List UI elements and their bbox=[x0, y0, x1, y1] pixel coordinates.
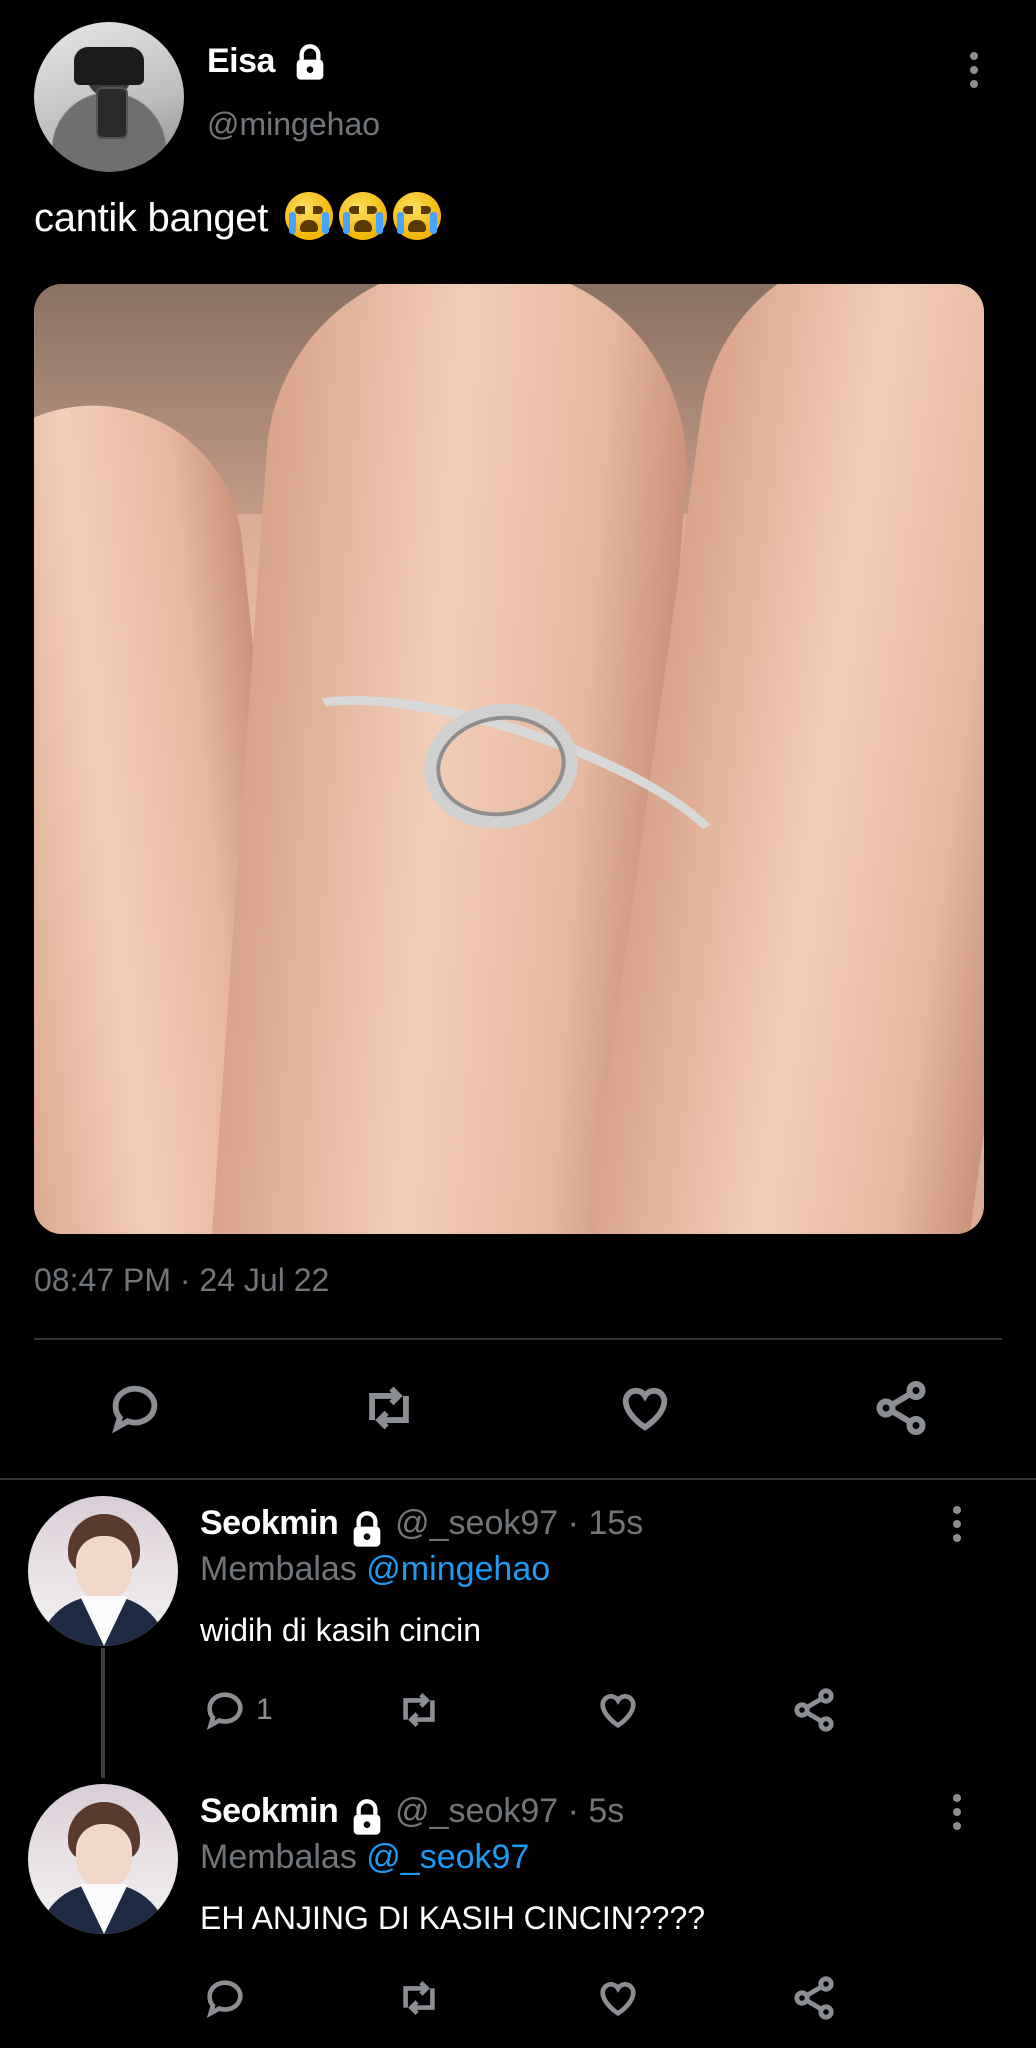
avatar[interactable] bbox=[28, 1496, 178, 1646]
like-icon bbox=[600, 1982, 636, 2017]
handle[interactable]: @mingehao bbox=[207, 106, 380, 143]
replying-to: Membalas @mingehao bbox=[200, 1550, 551, 1588]
reply-header: Seokmin @_seok97 · 15s bbox=[200, 1504, 643, 1550]
replying-to: Membalas @_seok97 bbox=[200, 1838, 530, 1876]
like-button[interactable] bbox=[594, 1684, 642, 1736]
lock-icon bbox=[353, 1511, 381, 1547]
display-name[interactable]: Seokmin bbox=[200, 1792, 339, 1830]
tweet-image[interactable] bbox=[34, 284, 984, 1234]
loudly-crying-face-icon bbox=[392, 192, 441, 241]
handle-and-time[interactable]: @_seok97 · 15s bbox=[395, 1504, 643, 1542]
retweet-button[interactable] bbox=[394, 1972, 444, 2024]
avatar[interactable] bbox=[34, 22, 184, 172]
mention-link[interactable]: @_seok97 bbox=[366, 1838, 529, 1876]
more-options-icon[interactable] bbox=[970, 52, 978, 88]
like-button[interactable] bbox=[594, 1972, 642, 2024]
retweet-button[interactable] bbox=[354, 1376, 424, 1440]
like-icon bbox=[600, 1694, 636, 1729]
retweet-icon bbox=[369, 1386, 409, 1430]
lock-icon bbox=[353, 1799, 381, 1835]
more-options-icon[interactable] bbox=[953, 1506, 961, 1542]
like-button[interactable] bbox=[610, 1376, 680, 1440]
loudly-crying-face-icon bbox=[284, 192, 333, 241]
thread-connector bbox=[101, 1648, 105, 1778]
tweet-timestamp: 08:47 PM · 24 Jul 22 bbox=[34, 1262, 330, 1298]
display-name[interactable]: Eisa bbox=[207, 42, 330, 83]
phone-shape bbox=[96, 87, 128, 139]
avatar[interactable] bbox=[28, 1784, 178, 1934]
reply-icon bbox=[206, 1692, 243, 1731]
reply-button[interactable]: 1 bbox=[202, 1684, 273, 1736]
display-name[interactable]: Seokmin bbox=[200, 1504, 339, 1542]
reply-button[interactable] bbox=[202, 1972, 248, 2024]
divider bbox=[0, 1478, 1036, 1480]
like-icon bbox=[622, 1387, 668, 1431]
reply-header: Seokmin @_seok97 · 5s bbox=[200, 1792, 624, 1838]
divider bbox=[34, 1338, 1002, 1340]
share-button[interactable] bbox=[790, 1684, 838, 1736]
reply-count: 1 bbox=[256, 1693, 273, 1726]
retweet-button[interactable] bbox=[394, 1684, 444, 1736]
reply-text: EH ANJING DI KASIH CINCIN???? bbox=[200, 1900, 706, 1936]
share-icon bbox=[794, 1976, 834, 2020]
more-options-icon[interactable] bbox=[953, 1794, 961, 1830]
share-button[interactable] bbox=[790, 1972, 838, 2024]
share-button[interactable] bbox=[866, 1376, 936, 1440]
reply-icon bbox=[112, 1385, 158, 1434]
bucket-hat-shape bbox=[74, 47, 144, 85]
handle-and-time[interactable]: @_seok97 · 5s bbox=[395, 1792, 624, 1830]
share-icon bbox=[876, 1381, 926, 1435]
tweet-text: cantik banget bbox=[34, 192, 441, 244]
lock-icon bbox=[296, 44, 324, 80]
reply-text: widih di kasih cincin bbox=[200, 1612, 482, 1648]
retweet-icon bbox=[403, 1981, 435, 2015]
retweet-icon bbox=[403, 1693, 435, 1727]
mention-link[interactable]: @mingehao bbox=[366, 1550, 550, 1588]
reply-button[interactable] bbox=[100, 1376, 170, 1440]
loudly-crying-face-icon bbox=[338, 192, 387, 241]
share-icon bbox=[794, 1688, 834, 1732]
reply-icon bbox=[206, 1980, 243, 2019]
